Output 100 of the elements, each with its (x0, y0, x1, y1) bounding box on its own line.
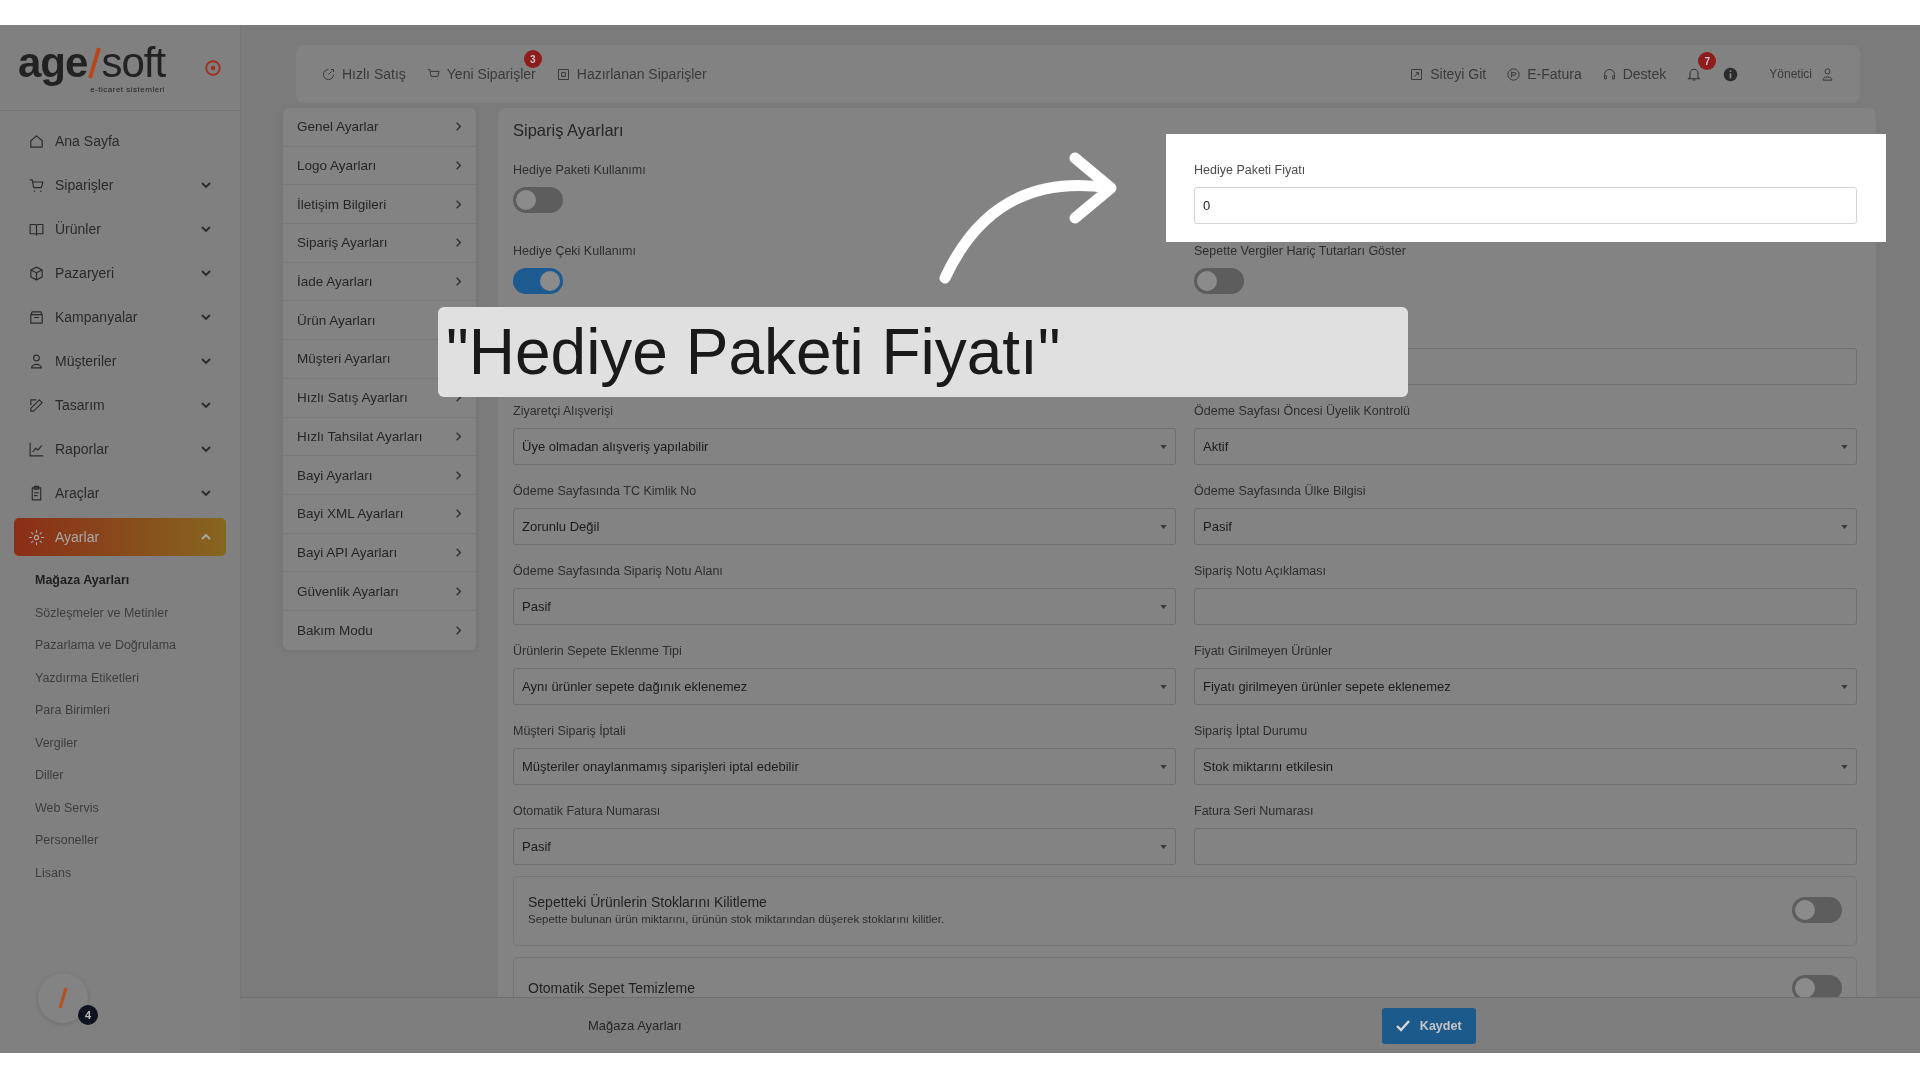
user-icon (1820, 66, 1835, 82)
count-badge: 7 (1698, 52, 1717, 70)
caret-icon (1841, 444, 1848, 449)
chevron-right-icon (453, 430, 464, 442)
settings-menu-item[interactable]: Bayi XML Ayarları (283, 494, 476, 534)
settings-menu-item[interactable]: Logo Ayarları (283, 146, 476, 186)
sidebar-item[interactable]: Ürünler (14, 207, 226, 251)
slash-icon (58, 986, 68, 1010)
settings-menu-item[interactable]: İletişim Bilgileri (283, 185, 476, 225)
header-link[interactable]: Yeni Siparişler (425, 66, 536, 82)
select-field[interactable]: Aktif (1194, 428, 1857, 465)
sidebar-item[interactable]: Müşteriler (14, 339, 226, 383)
toggle-switch[interactable] (1194, 268, 1244, 294)
save-button[interactable]: Kaydet (1381, 1007, 1476, 1044)
chevron-down-icon (200, 443, 212, 455)
chevron-right-icon (453, 237, 464, 249)
panel-title: Sipariş Ayarları (513, 121, 625, 140)
chevron-right-icon (453, 160, 464, 172)
select-field[interactable]: Pasif (1194, 508, 1857, 545)
submenu-item[interactable]: Yazdırma Etiketleri (35, 661, 240, 694)
target-icon[interactable] (204, 58, 222, 77)
info-icon[interactable] (1722, 65, 1740, 83)
select-field[interactable]: Üye olmadan alışveriş yapılabilir (513, 428, 1176, 465)
chevron-right-icon (453, 546, 464, 558)
select-field[interactable]: Pasif (513, 828, 1176, 865)
sidebar-item[interactable]: Ayarlar (14, 518, 226, 556)
sidebar-item[interactable]: Tasarım (14, 383, 226, 427)
field-label: Ödeme Sayfasında Ülke Bilgisi (1194, 484, 1367, 499)
sidebar-item[interactable]: Araçlar (14, 471, 226, 515)
field-label: Fatura Seri Numarası (1194, 804, 1315, 819)
settings-menu-item[interactable]: Bayi Ayarları (283, 456, 476, 495)
header-link[interactable]: E-Fatura (1506, 66, 1582, 82)
bell-icon[interactable] (1686, 66, 1703, 82)
cube-icon (28, 264, 45, 282)
field-label: Ödeme Sayfasında TC Kimlik No (513, 484, 698, 499)
header-link[interactable]: Hızlı Satış (321, 66, 406, 82)
field-label: Sipariş İptal Durumu (1194, 724, 1309, 739)
header-link[interactable]: Destek (1601, 66, 1667, 82)
chevron-down-icon (200, 179, 212, 191)
user-menu[interactable]: Yönetici (1769, 66, 1835, 82)
settings-menu-item[interactable]: İade Ayarları (283, 262, 476, 302)
caret-icon (1160, 524, 1167, 529)
chevron-down-icon (200, 267, 212, 279)
sidebar-item[interactable]: Ana Sayfa (14, 119, 226, 163)
settings-menu-item[interactable]: Bakım Modu (283, 610, 476, 650)
select-field[interactable]: Fiyatı girilmeyen ürünler sepete eklenemez (1194, 668, 1857, 705)
field-label: Ödeme Sayfası Öncesi Üyelik Kontrolü (1194, 404, 1412, 419)
line-chart-icon (28, 440, 45, 458)
settings-menu-item[interactable]: Hızlı Tahsilat Ayarları (283, 417, 476, 457)
card-title: Sepetteki Ürünlerin Stoklarını Kilitleme (528, 894, 768, 910)
sidebar-item[interactable]: Siparişler (14, 163, 226, 207)
select-field[interactable]: Müşteriler onaylanmamış siparişleri iptal edebilir (513, 748, 1176, 785)
submenu-item[interactable]: Pazarlama ve Doğrulama (35, 629, 240, 662)
submenu-item[interactable]: Vergiler (35, 726, 240, 759)
submenu-item[interactable]: Personeller (35, 824, 240, 857)
toggle-switch[interactable] (513, 187, 563, 213)
toggle-switch[interactable] (513, 268, 563, 294)
submenu-item[interactable]: Mağaza Ayarları (35, 564, 240, 597)
sidebar-item[interactable]: Kampanyalar (14, 295, 226, 339)
submenu-item[interactable]: Web Servis (35, 791, 240, 824)
card-title: Otomatik Sepet Temizleme (528, 980, 696, 996)
header-link[interactable]: Hazırlanan Siparişler (555, 66, 707, 82)
chevron-right-icon (453, 508, 464, 520)
field-label: Sepette Vergiler Hariç Tutarları Göster (1194, 244, 1407, 259)
select-field[interactable]: Stok miktarını etkilesin (1194, 748, 1857, 785)
caret-icon (1160, 844, 1167, 849)
caret-icon (1160, 444, 1167, 449)
submenu-item[interactable]: Para Birimleri (35, 694, 240, 727)
header-link[interactable]: Siteyi Git (1409, 66, 1487, 82)
submenu-item[interactable]: Lisans (35, 856, 240, 889)
chevron-down-icon (200, 487, 212, 499)
field-label: Fiyatı Girilmeyen Ürünler (1194, 644, 1334, 659)
chevron-down-icon (200, 399, 212, 411)
toggle-switch[interactable] (1792, 896, 1842, 923)
select-field[interactable]: Aynı ürünler sepete dağınık eklenemez (513, 668, 1176, 705)
settings-menu-item[interactable]: Bayi API Ayarları (283, 533, 476, 573)
sidebar-item[interactable]: Pazaryeri (14, 251, 226, 295)
field-label: Hediye Paketi Fiyatı (1194, 163, 1307, 178)
cart-icon (28, 176, 45, 194)
input-field[interactable]: 0 (1194, 187, 1857, 224)
field-label: Hediye Paketi Kullanımı (513, 163, 647, 178)
caret-icon (1841, 764, 1848, 769)
select-field[interactable]: Pasif (513, 588, 1176, 625)
invoice-icon (1506, 66, 1522, 82)
field-label: Sipariş Notu Açıklaması (1194, 564, 1327, 579)
house-icon (28, 132, 45, 150)
sidebar-item[interactable]: Raporlar (14, 427, 226, 471)
submenu-item[interactable]: Diller (35, 759, 240, 792)
settings-menu-item[interactable]: Sipariş Ayarları (283, 224, 476, 263)
field-label: Müşteri Sipariş İptali (513, 724, 627, 739)
submenu-item[interactable]: Sözleşmeler ve Metinler (35, 596, 240, 629)
settings-menu-item[interactable]: Genel Ayarlar (283, 108, 476, 147)
field-label: Ürünlerin Sepete Eklenme Tipi (513, 644, 683, 659)
settings-menu-item[interactable]: Güvenlik Ayarları (283, 572, 476, 611)
chevron-down-icon (200, 311, 212, 323)
chevron-right-icon (453, 198, 464, 210)
check-icon (1395, 1019, 1410, 1032)
select-field[interactable]: Zorunlu Değil (513, 508, 1176, 545)
caption-tooltip: "Hediye Paketi Fiyatı" (438, 307, 1408, 397)
pencil-icon (28, 396, 45, 414)
